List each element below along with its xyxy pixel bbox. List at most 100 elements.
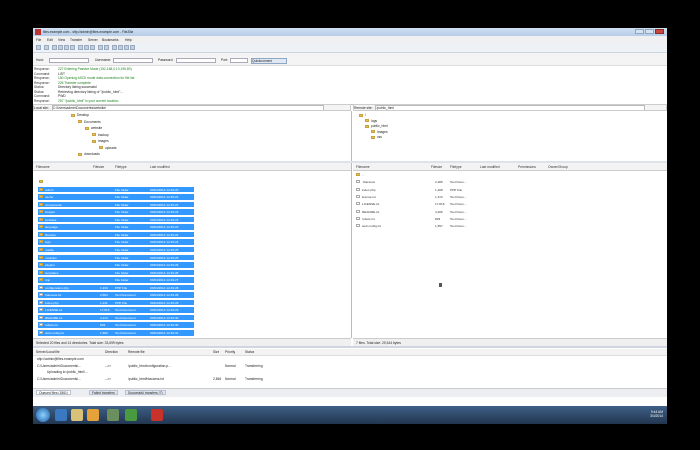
- table-row[interactable]: README.txt 4,206 Text Docu...: [353, 209, 503, 215]
- port-input[interactable]: [230, 58, 248, 63]
- quickconnect-button[interactable]: Quickconnect: [251, 58, 287, 64]
- table-row[interactable]: cache File folder 03/04/2014 12:49:21: [38, 194, 194, 200]
- search-icon[interactable]: [130, 45, 135, 50]
- table-row[interactable]: libraries File folder 03/04/2014 12:49:24: [38, 231, 194, 238]
- table-row[interactable]: plugins File folder 03/04/2014 12:49:26: [38, 262, 194, 268]
- local-col-filename[interactable]: Filename: [36, 165, 50, 169]
- table-row[interactable]: htaccess.txt 2,864 Text Document 03/04/2014…: [38, 292, 194, 298]
- table-row[interactable]: web.config.txt 1,657 Text Docu...: [353, 223, 503, 229]
- compare-icon[interactable]: [118, 45, 123, 50]
- menu-server[interactable]: Server: [88, 38, 98, 42]
- queue-col-priority[interactable]: Priority: [225, 350, 235, 354]
- table-row[interactable]: index.php 1,211 PHP File 03/04/2014 12:49:2…: [38, 299, 194, 306]
- username-input[interactable]: [113, 58, 153, 63]
- site-manager-icon[interactable]: [36, 45, 41, 50]
- queue-col-size[interactable]: Size: [213, 350, 219, 354]
- dropdown-arrow-icon[interactable]: [44, 45, 49, 50]
- menu-bookmarks[interactable]: Bookmarks: [102, 38, 119, 42]
- local-col-filesize[interactable]: Filesize: [93, 165, 104, 169]
- toggle-queue-icon[interactable]: [70, 45, 75, 50]
- local-col-modified[interactable]: Last modified: [150, 165, 170, 169]
- cancel-operation-icon[interactable]: [90, 45, 95, 50]
- table-row[interactable]: web.config.txt 1,690 Text Document 03/04/20…: [38, 330, 194, 336]
- table-row[interactable]: images File folder 03/04/2014 12:49:22: [38, 209, 194, 215]
- table-row[interactable]: media File folder 03/04/2014 12:49:25: [38, 246, 194, 253]
- disconnect-icon[interactable]: [98, 45, 103, 50]
- tab-successful-transfers[interactable]: Successful transfers (7): [125, 390, 166, 395]
- menu-transfer[interactable]: Transfer: [70, 38, 82, 42]
- table-row[interactable]: includes File folder 03/04/2014 12:49:22: [38, 216, 194, 223]
- queue-col-status[interactable]: Status: [245, 350, 254, 354]
- close-button[interactable]: [655, 29, 664, 34]
- explorer-icon[interactable]: [71, 409, 83, 421]
- toggle-remote-tree-icon[interactable]: [64, 45, 69, 50]
- filezilla-taskbar-icon[interactable]: [151, 409, 163, 421]
- sync-browse-icon[interactable]: [124, 45, 129, 50]
- tree-node[interactable]: backup: [92, 133, 109, 137]
- tree-node[interactable]: Documents: [78, 120, 101, 124]
- table-row[interactable]: ..: [353, 172, 503, 178]
- table-row[interactable]: index.php 1,208 PHP File: [353, 187, 503, 193]
- tree-node[interactable]: css: [371, 135, 382, 139]
- tree-node[interactable]: images: [371, 130, 388, 134]
- table-row[interactable]: configuration.php 1,919 PHP File 03/04/2014…: [38, 284, 194, 291]
- tree-node[interactable]: downloads: [78, 152, 100, 156]
- tree-node[interactable]: /: [359, 113, 366, 117]
- menu-edit[interactable]: Edit: [47, 38, 53, 42]
- remote-col-owner[interactable]: Owner/Group: [548, 165, 568, 169]
- toggle-log-icon[interactable]: [52, 45, 57, 50]
- ie-icon[interactable]: [55, 409, 67, 421]
- media-player-icon[interactable]: [87, 409, 99, 421]
- remote-col-permissions[interactable]: Permissions: [518, 165, 536, 169]
- reconnect-icon[interactable]: [104, 45, 109, 50]
- remote-col-filetype[interactable]: Filetype: [450, 165, 462, 169]
- table-row[interactable]: LICENSE.txt 17,816 Text Document 03/04/2014…: [38, 307, 194, 313]
- table-row[interactable]: README.txt 4,213 Text Document 03/04/2014 1…: [38, 314, 194, 321]
- tab-queued-files[interactable]: Queued files (1861): [36, 390, 71, 395]
- queue-row[interactable]: C:\Users\admin\Documents\... -->> /public_…: [37, 364, 337, 369]
- host-input[interactable]: [49, 58, 89, 63]
- app-icon-green[interactable]: [107, 409, 119, 421]
- table-row[interactable]: robots.txt 829 Text Document 03/04/2014 12:…: [38, 322, 194, 328]
- queue-row[interactable]: C:\Users\admin\Documents\... -->> /public_…: [37, 377, 337, 382]
- tree-node[interactable]: Desktop: [71, 113, 89, 117]
- table-row[interactable]: logs File folder 03/04/2014 12:49:24: [38, 239, 194, 245]
- refresh-icon[interactable]: [78, 45, 83, 50]
- queue-col-direction[interactable]: Direction: [105, 350, 118, 354]
- tree-node[interactable]: public_html: [365, 124, 388, 128]
- table-row[interactable]: .htaccess 2,286 Text Docu...: [353, 179, 503, 185]
- password-input[interactable]: [176, 58, 216, 63]
- table-row[interactable]: admin File folder 03/04/2014 12:49:20: [38, 186, 194, 193]
- toggle-local-tree-icon[interactable]: [58, 45, 63, 50]
- menu-view[interactable]: View: [58, 38, 65, 42]
- maximize-button[interactable]: [645, 29, 654, 34]
- table-row[interactable]: components File folder 03/04/2014 12:49:21: [38, 201, 194, 208]
- table-row[interactable]: language File folder 03/04/2014 12:49:23: [38, 224, 194, 230]
- minimize-button[interactable]: [635, 29, 644, 34]
- queue-row[interactable]: Uploading to /public_html/...: [47, 370, 347, 375]
- local-col-filetype[interactable]: Filetype: [115, 165, 127, 169]
- table-row[interactable]: templates File folder 03/04/2014 12:49:26: [38, 269, 194, 276]
- table-row[interactable]: modules File folder 03/04/2014 12:49:25: [38, 254, 194, 260]
- app-icon-green-2[interactable]: [125, 409, 137, 421]
- tab-failed-transfers[interactable]: Failed transfers: [89, 390, 118, 395]
- remote-col-filename[interactable]: Filename: [356, 165, 370, 169]
- table-row[interactable]: license.txt 1,372 Text Docu...: [353, 194, 503, 200]
- tree-node[interactable]: logs: [365, 119, 377, 123]
- table-row[interactable]: tmp File folder 03/04/2014 12:49:27: [38, 277, 194, 283]
- process-queue-icon[interactable]: [84, 45, 89, 50]
- queue-col-remote[interactable]: Remote file: [128, 350, 145, 354]
- menu-file[interactable]: File: [36, 38, 41, 42]
- tree-node[interactable]: uploads: [99, 146, 117, 150]
- table-row[interactable]: ..: [38, 179, 47, 185]
- queue-row[interactable]: sftp://admin@files.example.com: [37, 357, 337, 362]
- tree-node[interactable]: website: [85, 126, 102, 130]
- queue-col-server[interactable]: Server/Local file: [36, 350, 60, 354]
- remote-col-modified[interactable]: Last modified: [480, 165, 500, 169]
- table-row[interactable]: LICENSE.txt 17,816 Text Docu...: [353, 201, 503, 207]
- start-button[interactable]: [36, 408, 50, 422]
- tree-node[interactable]: images: [92, 139, 109, 143]
- table-row[interactable]: robots.txt 829 Text Docu...: [353, 216, 503, 222]
- filter-icon[interactable]: [112, 45, 117, 50]
- remote-col-filesize[interactable]: Filesize: [431, 165, 442, 169]
